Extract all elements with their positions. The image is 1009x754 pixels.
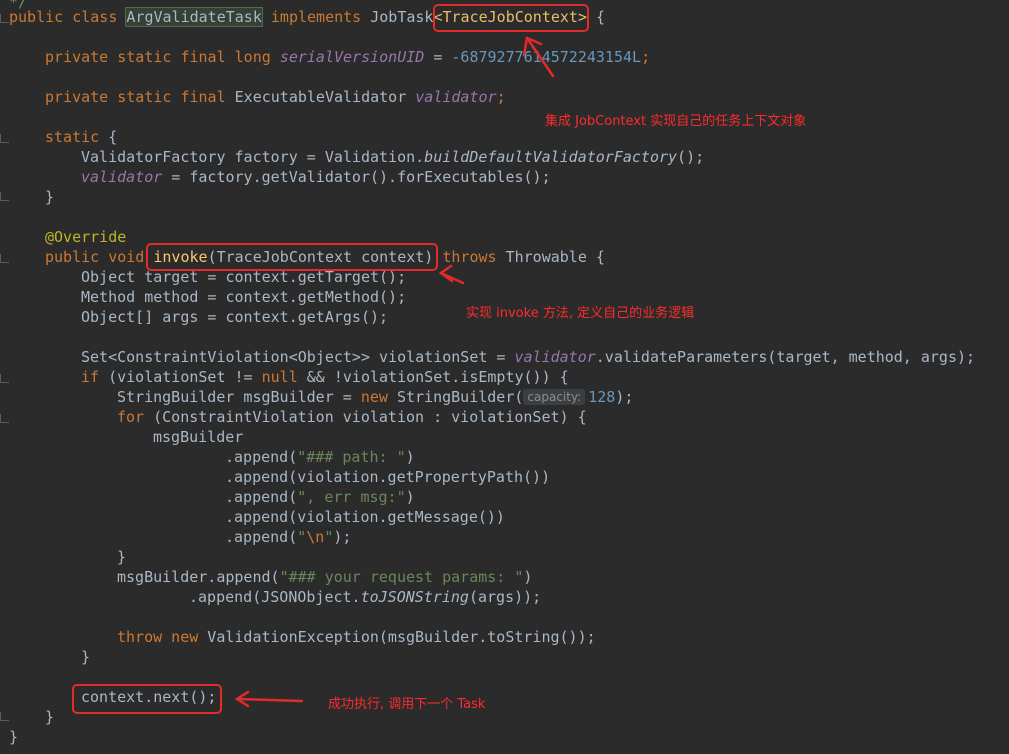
arrow-icon (235, 697, 304, 703)
annotation-note: 集成 JobContext 实现自己的任务上下文对象 (545, 114, 807, 129)
arrow-head-icon (438, 264, 454, 283)
annotation-arrows (234, 36, 555, 708)
annotation-note: 成功执行, 调用下一个 Task (328, 697, 486, 712)
code-editor[interactable]: */ public class ArgValidateTask implemen… (0, 0, 1009, 754)
annotation-note: 实现 invoke 方法, 定义自己的业务逻辑 (466, 306, 695, 321)
